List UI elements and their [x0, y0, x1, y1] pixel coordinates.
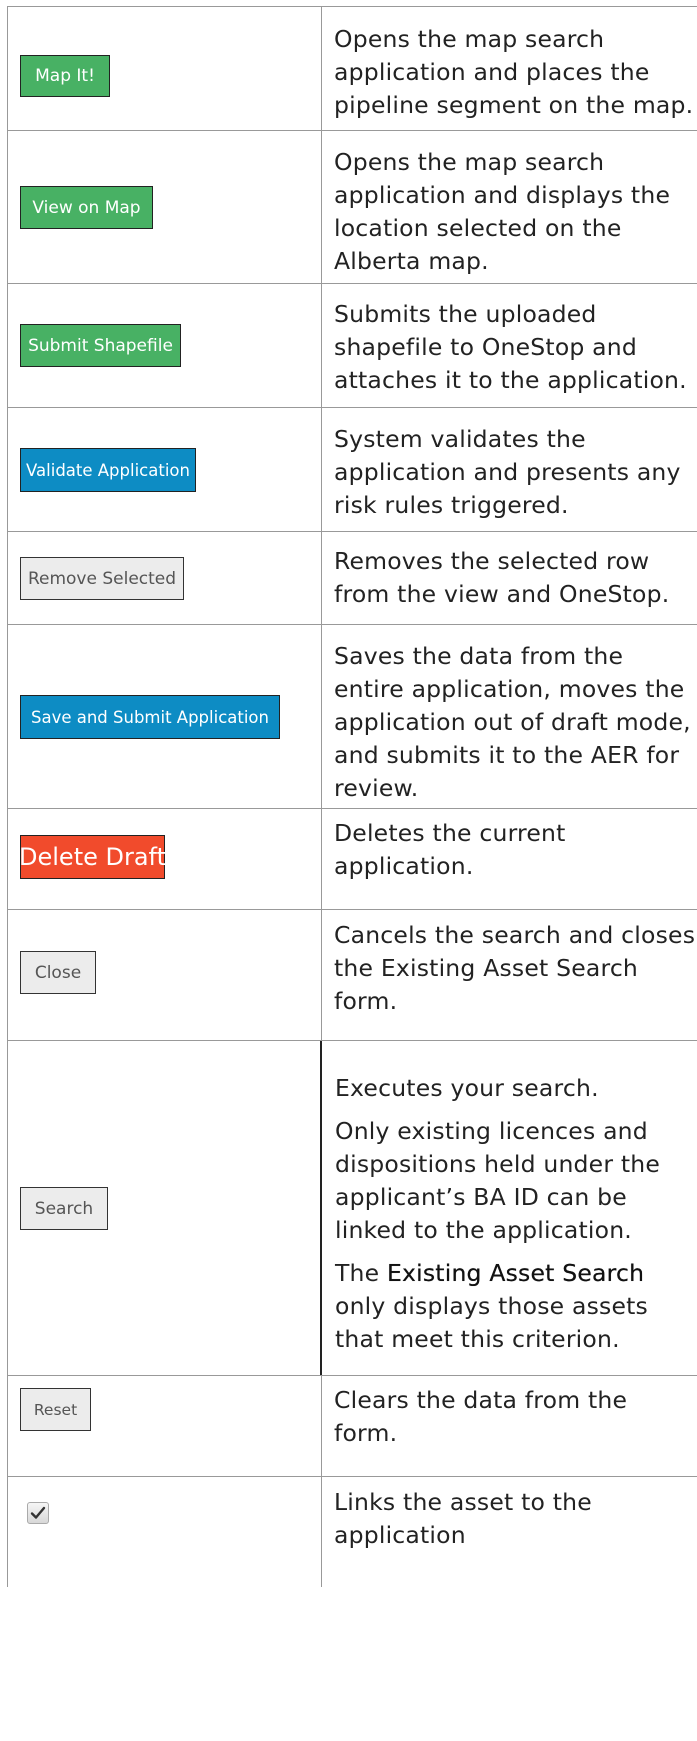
map-it-button[interactable]: Map It! [20, 55, 110, 97]
description-text: Links the asset to the application [334, 1488, 592, 1549]
description-cell: System validates the application and pre… [321, 408, 697, 531]
button-cell [8, 1477, 322, 1587]
button-cell: Close [8, 910, 322, 1040]
button-cell: Delete Draft [8, 809, 322, 909]
description-cell: Submits the uploaded shapefile to OneSto… [321, 284, 697, 407]
table-row: Links the asset to the application [7, 1477, 697, 1587]
description-cell: Removes the selected row from the view a… [321, 532, 697, 624]
description-text: Executes your search. Only existing lice… [335, 1074, 661, 1353]
save-and-submit-application-button[interactable]: Save and Submit Application [20, 695, 280, 739]
button-cell: Validate Application [8, 408, 322, 531]
table-row: Validate Application System validates th… [7, 408, 697, 532]
delete-draft-button[interactable]: Delete Draft [19, 835, 166, 879]
link-asset-checkbox[interactable] [27, 1502, 49, 1524]
table-row: Submit Shapefile Submits the uploaded sh… [7, 284, 697, 408]
table-row: Remove Selected Removes the selected row… [7, 532, 697, 625]
submit-shapefile-button[interactable]: Submit Shapefile [20, 324, 181, 367]
button-cell: Map It! [8, 7, 322, 130]
validate-application-button[interactable]: Validate Application [20, 448, 196, 492]
button-cell: View on Map [8, 131, 322, 283]
description-text: Deletes the current application. [334, 819, 566, 880]
table-row: Map It! Opens the map search application… [7, 7, 697, 131]
description-text: Opens the map search application and pla… [334, 25, 694, 119]
button-cell: Save and Submit Application [8, 625, 322, 808]
table-row: View on Map Opens the map search applica… [7, 131, 697, 284]
button-reference-table: Map It! Opens the map search application… [7, 6, 697, 1587]
table-row: Reset Clears the data from the form. [7, 1376, 697, 1477]
description-cell: Opens the map search application and pla… [321, 7, 697, 130]
close-button[interactable]: Close [20, 951, 96, 994]
search-button[interactable]: Search [20, 1187, 108, 1230]
view-on-map-button[interactable]: View on Map [20, 186, 153, 229]
button-cell: Search [8, 1041, 322, 1375]
table-row: Save and Submit Application Saves the da… [7, 625, 697, 809]
existing-asset-search-term: Existing Asset Search [386, 1259, 645, 1287]
table-row: Search Executes your search. Only existi… [7, 1041, 697, 1376]
description-cell: Links the asset to the application [321, 1477, 697, 1587]
button-cell: Submit Shapefile [8, 284, 322, 407]
description-cell: Deletes the current application. [321, 809, 697, 909]
description-cell: Saves the data from the entire applicati… [321, 625, 697, 808]
description-cell: Clears the data from the form. [321, 1376, 697, 1476]
description-text: Submits the uploaded shapefile to OneSto… [334, 300, 687, 394]
table-row: Close Cancels the search and closes the … [7, 910, 697, 1041]
button-cell: Reset [8, 1376, 322, 1476]
description-text: Saves the data from the entire applicati… [334, 642, 691, 802]
description-text: Cancels the search and closes the Existi… [334, 921, 696, 1015]
checkmark-icon [30, 1506, 46, 1519]
description-text: System validates the application and pre… [334, 425, 681, 519]
reset-button[interactable]: Reset [20, 1388, 91, 1431]
button-cell: Remove Selected [8, 532, 322, 624]
remove-selected-button[interactable]: Remove Selected [20, 557, 184, 600]
description-cell: Executes your search. Only existing lice… [320, 1041, 697, 1375]
description-text: Clears the data from the form. [334, 1386, 628, 1447]
table-row: Delete Draft Deletes the current applica… [7, 809, 697, 910]
description-text: Removes the selected row from the view a… [334, 547, 670, 608]
description-text: Opens the map search application and dis… [334, 148, 671, 275]
description-cell: Opens the map search application and dis… [321, 131, 697, 283]
description-cell: Cancels the search and closes the Existi… [321, 910, 697, 1040]
